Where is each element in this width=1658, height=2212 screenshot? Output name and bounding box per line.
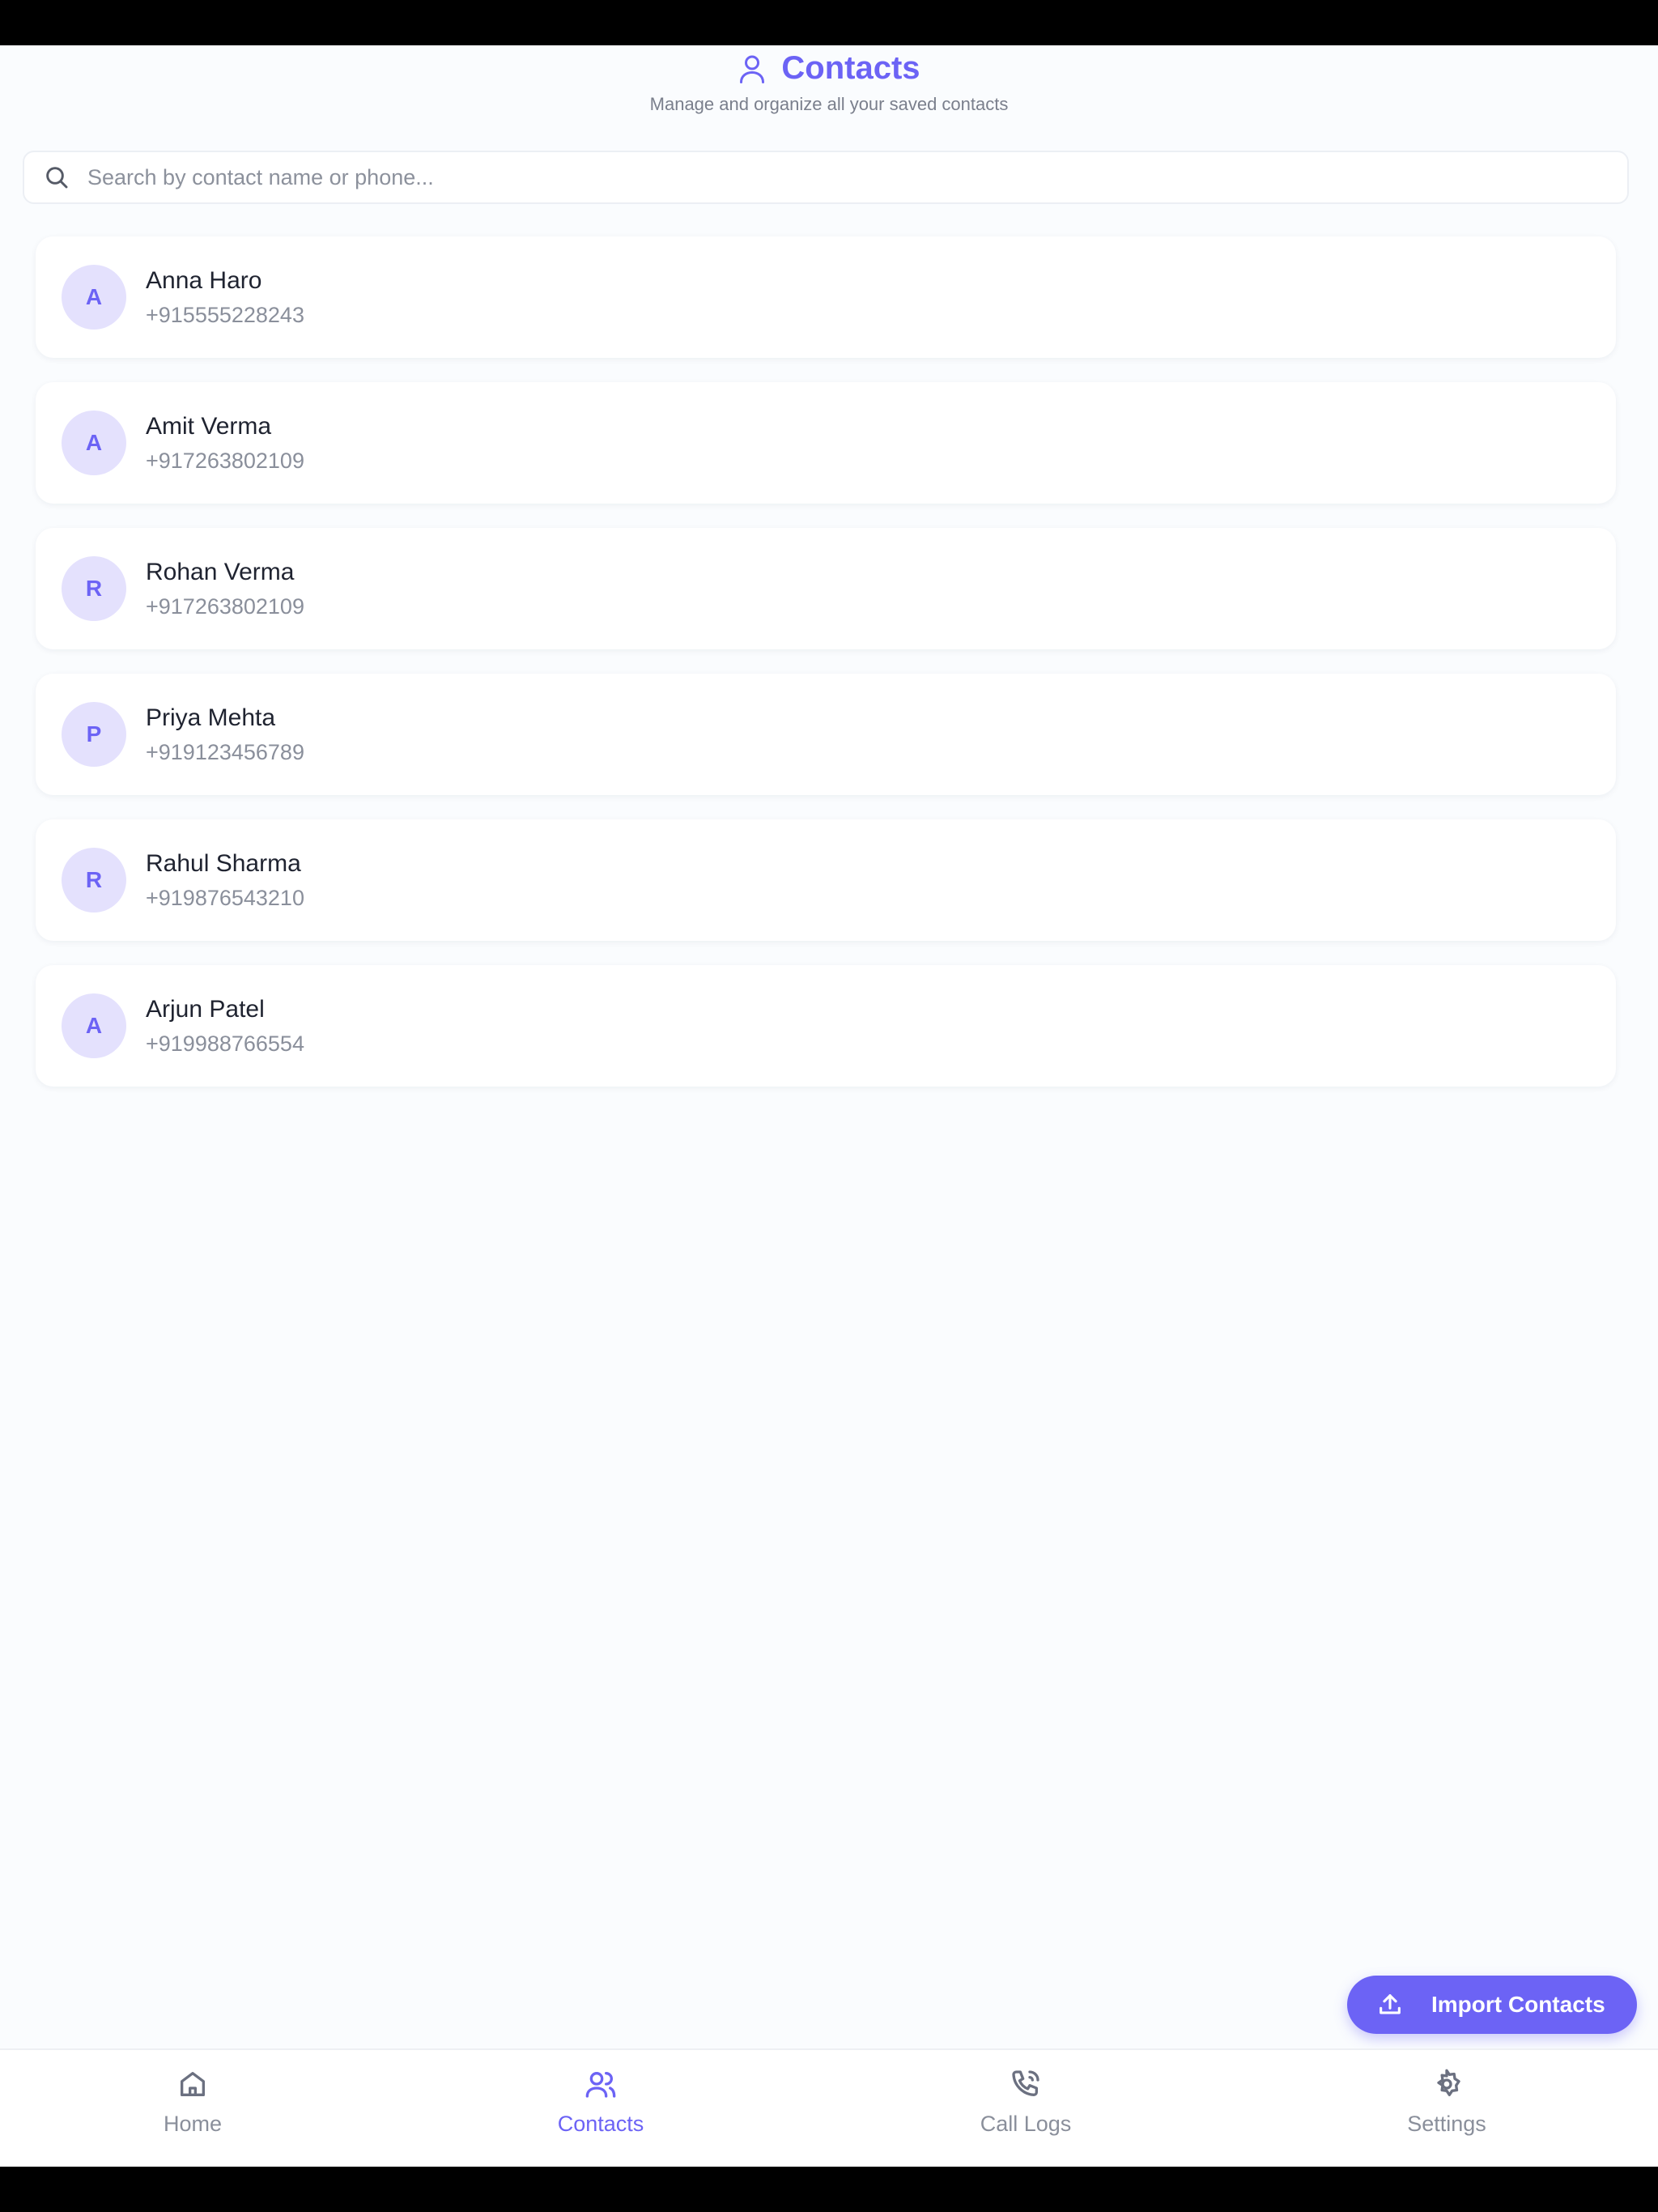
contact-phone: +917263802109 [146,593,304,619]
contact-info: Rahul Sharma +919876543210 [146,850,304,911]
avatar: A [62,265,126,330]
page-subtitle: Manage and organize all your saved conta… [649,94,1009,114]
person-icon [740,55,765,83]
search-input[interactable] [86,151,1627,203]
contact-phone: +919988766554 [146,1031,304,1056]
page-header: Contacts Manage and organize all your sa… [0,45,1658,134]
contact-name: Amit Verma [146,412,272,440]
contact-card[interactable]: R Rohan Verma +917263802109 [36,528,1616,649]
contact-phone: +919123456789 [146,739,304,764]
contact-card[interactable]: A Anna Haro +915555228243 [36,236,1616,358]
nav-label-contacts: Contacts [557,2112,644,2136]
nav-label-home: Home [163,2112,223,2136]
avatar: R [62,848,126,912]
search-bar[interactable] [23,151,1629,204]
contacts-icon [585,2072,616,2098]
contact-card[interactable]: A Arjun Patel +919988766554 [36,965,1616,1087]
upload-icon [1380,1994,1401,2014]
contact-info: Rohan Verma +917263802109 [146,559,304,619]
contact-name: Rahul Sharma [146,849,301,877]
contact-name: Priya Mehta [146,704,276,731]
nav-item-contacts[interactable]: Contacts [504,2068,698,2149]
home-icon [181,2072,205,2096]
avatar: R [62,556,126,621]
contact-info: Amit Verma +917263802109 [146,413,304,474]
import-contacts-button[interactable]: Import Contacts [1347,1976,1637,2034]
contact-phone: +917263802109 [146,448,304,473]
nav-item-home[interactable]: Home [96,2068,290,2149]
contact-info: Arjun Patel +919988766554 [146,996,304,1057]
nav-item-call-logs[interactable]: Call Logs [929,2068,1123,2149]
avatar: A [62,993,126,1058]
app-screen: Contacts Manage and organize all your sa… [0,45,1658,2167]
contact-card[interactable]: P Priya Mehta +919123456789 [36,674,1616,795]
contact-info: Anna Haro +915555228243 [146,267,304,328]
nav-item-settings[interactable]: Settings [1350,2068,1544,2149]
nav-label-settings: Settings [1407,2112,1486,2136]
contact-name: Arjun Patel [146,995,265,1023]
contact-name: Rohan Verma [146,558,295,585]
search-icon [46,167,68,189]
contact-card[interactable]: A Amit Verma +917263802109 [36,382,1616,504]
phone-call-icon [1012,2070,1039,2096]
page-title: Contacts [781,50,920,86]
contact-phone: +919876543210 [146,885,304,910]
bottom-nav: Home Contacts Call Logs Settings [0,2048,1658,2167]
nav-label-call-logs: Call Logs [980,2112,1072,2136]
contact-info: Priya Mehta +919123456789 [146,704,304,765]
contact-name: Anna Haro [146,266,262,294]
title-row: Contacts [0,50,1658,87]
contact-card[interactable]: R Rahul Sharma +919876543210 [36,819,1616,941]
import-contacts-label: Import Contacts [1431,1992,1605,2017]
gear-icon [1437,2069,1460,2096]
avatar: A [62,410,126,475]
avatar: P [62,702,126,767]
contact-phone: +915555228243 [146,302,304,327]
contact-list: A Anna Haro +915555228243 A Amit Verma +… [36,236,1616,1111]
